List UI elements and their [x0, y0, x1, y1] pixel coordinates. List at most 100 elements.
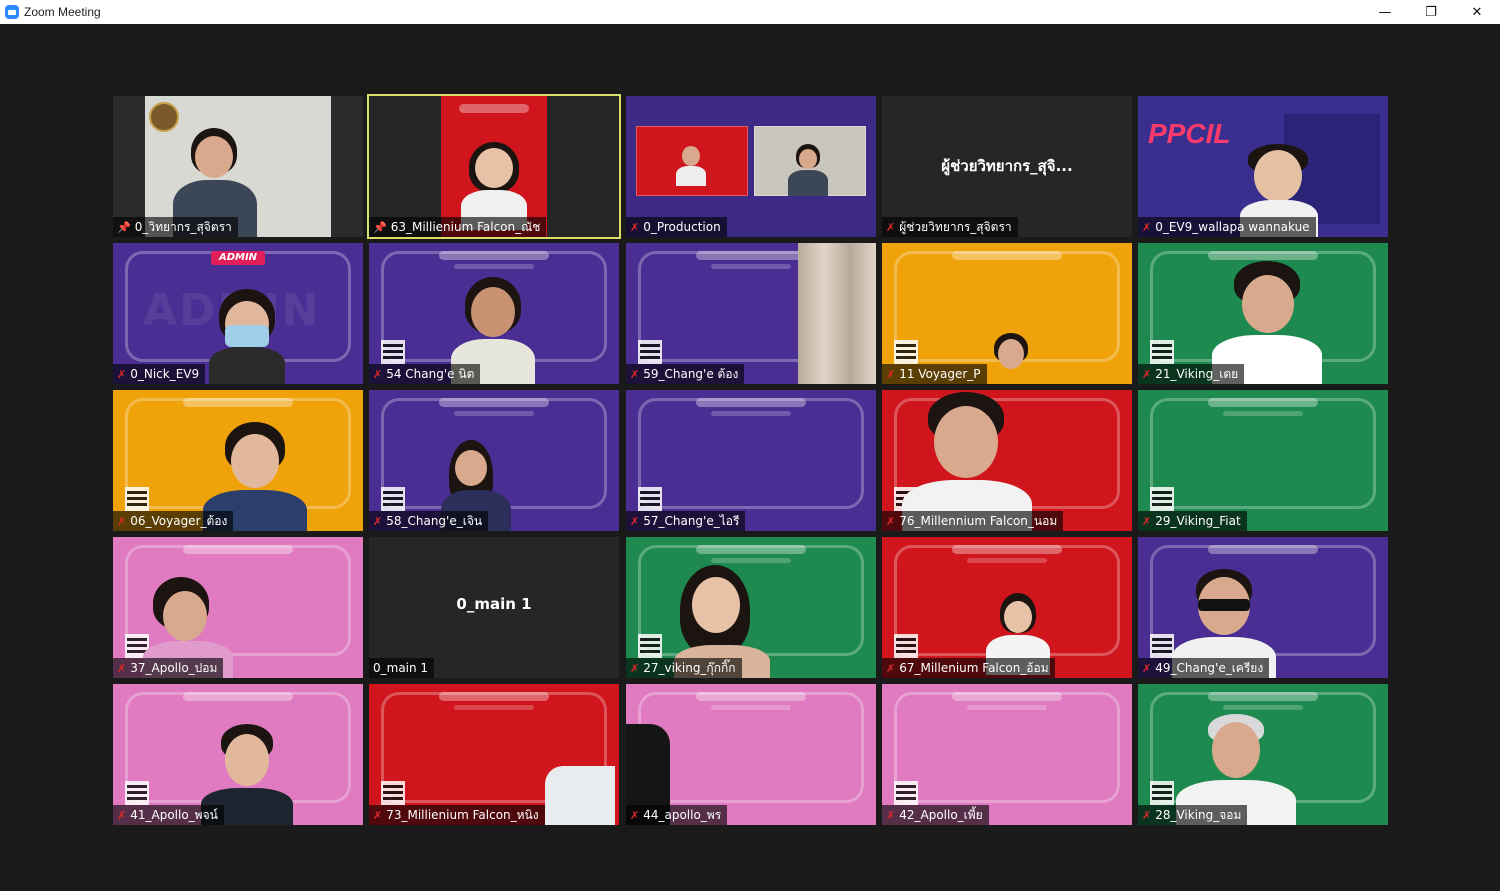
- participant-name: 73_Millienium Falcon_หนิง: [386, 807, 539, 822]
- participant-tile[interactable]: ✗ 58_Chang'e_เจิน: [369, 390, 619, 531]
- participant-name: 57_Chang'e_ไอรี: [643, 513, 740, 528]
- qr-code-icon: [381, 487, 405, 511]
- poster-title-bar: [696, 692, 806, 701]
- participant-tile[interactable]: ✗ 49_Chang'e_เครียง: [1138, 537, 1388, 678]
- participant-name: 0_วิทยากร_สุจิตรา: [134, 219, 232, 234]
- muted-mic-icon: ✗: [886, 661, 896, 675]
- participant-name: 54 Chang'e นิต: [386, 366, 475, 381]
- participant-tile[interactable]: ✗ 59_Chang'e ต้อง: [626, 243, 876, 384]
- participant-name-label: ✗ 21_Viking_เตย: [1138, 364, 1245, 384]
- poster-subtitle-bar: [454, 264, 534, 269]
- qr-code-icon: [1150, 634, 1174, 658]
- poster-title-bar: [439, 398, 549, 407]
- participant-tile[interactable]: ✗ 0_Production: [626, 96, 876, 237]
- participant-name: 11 Voyager_P: [899, 367, 981, 381]
- poster-subtitle-bar: [454, 411, 534, 416]
- poster-subtitle-bar: [967, 558, 1047, 563]
- participant-name-label: ✗ 44_apollo_พร: [626, 805, 728, 825]
- muted-mic-icon: ✗: [1142, 514, 1152, 528]
- qr-code-icon: [1150, 340, 1174, 364]
- muted-mic-icon: ✗: [1142, 220, 1152, 234]
- muted-mic-icon: ✗: [373, 808, 383, 822]
- participant-name-label: ✗ 67_Millenium Falcon_อ้อม: [882, 658, 1055, 678]
- participant-tile-active-speaker[interactable]: 📌 63_Millienium Falcon_ณัช: [367, 94, 621, 239]
- window-controls: — ❐ ✕: [1362, 0, 1500, 24]
- participant-name-label: 📌 0_วิทยากร_สุจิตรา: [113, 217, 238, 237]
- participant-tile[interactable]: ✗ 21_Viking_เตย: [1138, 243, 1388, 384]
- poster-title-bar: [952, 545, 1062, 554]
- participant-name: 59_Chang'e ต้อง: [643, 366, 739, 381]
- participant-tile[interactable]: ✗ 11 Voyager_P: [882, 243, 1132, 384]
- participant-name: 21_Viking_เตย: [1155, 366, 1239, 381]
- participant-name: 29_Viking_Fiat: [1155, 514, 1241, 528]
- participant-name-label: ✗ 0_EV9_wallapa wannakue: [1138, 217, 1316, 237]
- participant-name: 49_Chang'e_เครียง: [1155, 660, 1264, 675]
- participant-name: 41_Apollo_พจน์: [130, 807, 218, 822]
- poster-title-bar: [952, 692, 1062, 701]
- muted-mic-icon: ✗: [886, 220, 896, 234]
- poster-subtitle-bar: [711, 264, 791, 269]
- participant-name: 0_main 1: [373, 661, 429, 675]
- participant-name-label: ✗ 41_Apollo_พจน์: [113, 805, 224, 825]
- participant-name-label: ✗ 76_Millennium Falcon_นอม: [882, 511, 1064, 531]
- poster-title-bar: [1208, 251, 1318, 260]
- admin-badge: ADMIN: [211, 251, 265, 265]
- muted-mic-icon: ✗: [630, 661, 640, 675]
- participant-tile[interactable]: ✗ 42_Apollo_เพี้ย: [882, 684, 1132, 825]
- muted-mic-icon: ✗: [117, 367, 127, 381]
- curtain-background: [798, 243, 876, 384]
- muted-mic-icon: ✗: [630, 808, 640, 822]
- pin-icon: 📌: [117, 220, 131, 234]
- participant-name: 58_Chang'e_เจิน: [386, 513, 483, 528]
- participant-tile[interactable]: ✗ 37_Apollo_ปอม: [113, 537, 363, 678]
- muted-mic-icon: ✗: [117, 661, 127, 675]
- participant-tile[interactable]: ✗ 29_Viking_Fiat: [1138, 390, 1388, 531]
- participant-name-label: ✗ 29_Viking_Fiat: [1138, 511, 1247, 531]
- participant-name-label: ✗ 73_Millienium Falcon_หนิง: [369, 805, 545, 825]
- participant-tile[interactable]: ✗ 06_Voyager_ต้อง: [113, 390, 363, 531]
- participant-name: ผู้ช่วยวิทยากร_สุจิตรา: [899, 219, 1012, 234]
- qr-code-icon: [894, 634, 918, 658]
- qr-code-icon: [125, 781, 149, 805]
- participant-name-label: ✗ 06_Voyager_ต้อง: [113, 511, 234, 531]
- participant-tile[interactable]: 📌 0_วิทยากร_สุจิตรา: [113, 96, 363, 237]
- qr-code-icon: [638, 487, 662, 511]
- qr-code-icon: [125, 487, 149, 511]
- participant-tile[interactable]: ✗ 76_Millennium Falcon_นอม: [882, 390, 1132, 531]
- restore-button[interactable]: ❐: [1408, 0, 1454, 24]
- muted-mic-icon: ✗: [117, 808, 127, 822]
- participant-tile[interactable]: ✗ 73_Millienium Falcon_หนิง: [369, 684, 619, 825]
- participant-tile[interactable]: ✗ 41_Apollo_พจน์: [113, 684, 363, 825]
- muted-mic-icon: ✗: [117, 514, 127, 528]
- participant-tile[interactable]: ผู้ช่วยวิทยากร_สุจิ... ✗ ผู้ช่วยวิทยากร_ส…: [882, 96, 1132, 237]
- participant-name-label: ✗ 28_Viking_จอม: [1138, 805, 1248, 825]
- participant-tile[interactable]: ✗ 44_apollo_พร: [626, 684, 876, 825]
- participant-tile[interactable]: ✗ 27_viking_กุ๊กกิ๊ก: [626, 537, 876, 678]
- muted-mic-icon: ✗: [630, 367, 640, 381]
- participant-name-label: ✗ 37_Apollo_ปอม: [113, 658, 224, 678]
- participant-name: 67_Millenium Falcon_อ้อม: [899, 660, 1049, 675]
- muted-mic-icon: ✗: [373, 367, 383, 381]
- poster-subtitle-bar: [711, 411, 791, 416]
- participant-name-label: ✗ 11 Voyager_P: [882, 364, 987, 384]
- participant-tile[interactable]: ✗ 57_Chang'e_ไอรี: [626, 390, 876, 531]
- participant-tile[interactable]: ADMIN ADMIN ✗0_Nick_EV9: [113, 243, 363, 384]
- poster-title-bar: [1208, 398, 1318, 407]
- qr-code-icon: [894, 340, 918, 364]
- participant-name-label: ✗ 42_Apollo_เพี้ย: [882, 805, 989, 825]
- participant-display-name: ผู้ช่วยวิทยากร_สุจิ...: [941, 157, 1073, 175]
- participant-tile[interactable]: ✗ 54 Chang'e นิต: [369, 243, 619, 384]
- qr-code-icon: [894, 781, 918, 805]
- poster-subtitle-bar: [967, 705, 1047, 710]
- participant-tile[interactable]: 0_main 1 0_main 1: [369, 537, 619, 678]
- poster-subtitle-bar: [711, 558, 791, 563]
- participant-tile[interactable]: PPCIL ✗ 0_EV9_wallapa wannakue: [1138, 96, 1388, 237]
- poster-title-bar: [1208, 692, 1318, 701]
- qr-code-icon: [638, 634, 662, 658]
- poster-subtitle-bar: [1223, 705, 1303, 710]
- minimize-button[interactable]: —: [1362, 0, 1408, 24]
- participant-tile[interactable]: ✗ 28_Viking_จอม: [1138, 684, 1388, 825]
- qr-code-icon: [638, 340, 662, 364]
- close-button[interactable]: ✕: [1454, 0, 1500, 24]
- participant-tile[interactable]: ✗ 67_Millenium Falcon_อ้อม: [882, 537, 1132, 678]
